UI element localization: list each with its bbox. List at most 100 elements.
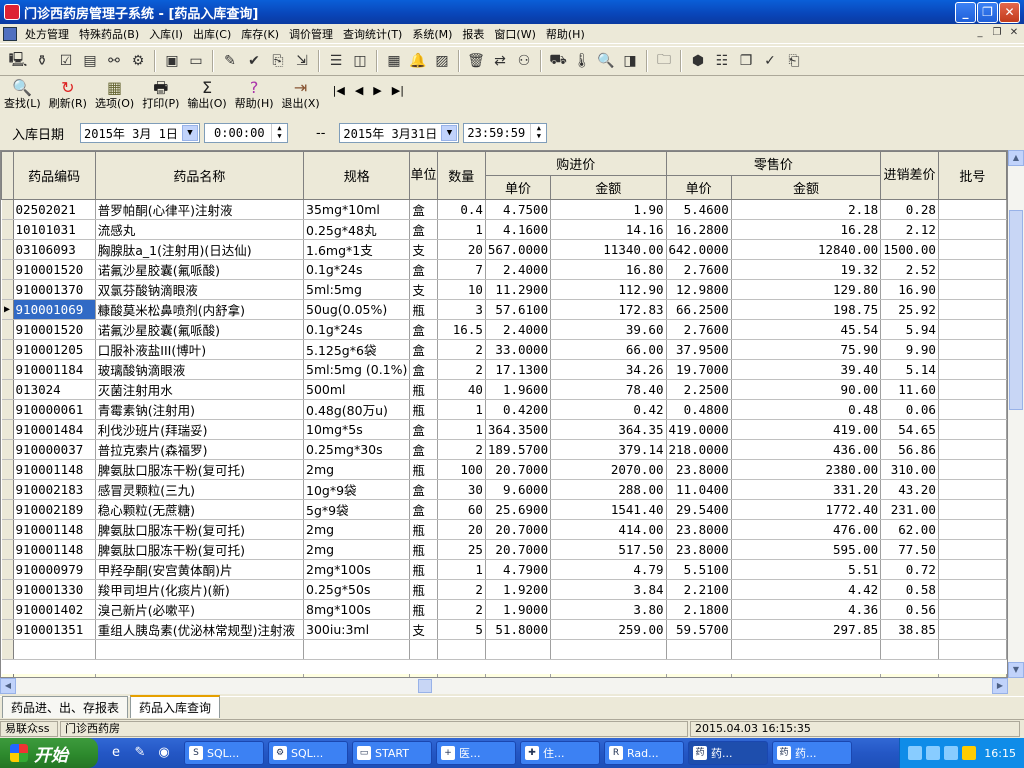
cell-diff[interactable]: 16.90	[880, 279, 939, 300]
table-row[interactable]: 910001351 重组人胰岛素(优泌林常规型)注射液 300iu:3ml 支 5 51.…	[1, 619, 1007, 640]
cell-qty[interactable]: 20	[437, 239, 486, 260]
table-row[interactable]: 910000037 普拉克索片(森福罗) 0.25mg*30s 盒 2 189.5700 3…	[1, 439, 1007, 460]
cell-retail-price[interactable]: 2.7600	[666, 259, 732, 280]
cell-retail-amount[interactable]: 595.00	[731, 539, 882, 560]
cell-code[interactable]: 910002189	[13, 499, 96, 520]
app-icon[interactable]	[4, 4, 20, 20]
horizontal-scrollbar[interactable]: ◀ ▶	[0, 678, 1008, 694]
table-row[interactable]: 910000979 甲羟孕酮(安宫黄体酮)片 2mg*100s 瓶 1 4.7900 4.7…	[1, 559, 1007, 580]
cell-purchase-price[interactable]: 2.4000	[485, 259, 552, 280]
col-header-retail-price[interactable]: 单价	[665, 175, 732, 200]
cell-purchase-amount[interactable]: 1541.40	[550, 499, 667, 520]
cell-purchase-amount[interactable]: 1.90	[550, 199, 667, 220]
menu-inventory[interactable]: 库存(K)	[236, 26, 284, 42]
cell-purchase-price[interactable]: 17.1300	[485, 359, 552, 380]
cell-batch[interactable]	[938, 539, 1007, 560]
cell-qty[interactable]: 2	[437, 599, 486, 620]
cell-purchase-price[interactable]: 25.6900	[485, 499, 552, 520]
cell-code[interactable]: 910001520	[13, 259, 96, 280]
table-row[interactable]: 910001184 玻璃酸钠滴眼液 5ml:5mg (0.1%) 盒 2 17.1300 3…	[1, 359, 1007, 380]
cell-qty[interactable]: 2	[437, 339, 486, 360]
menu-help[interactable]: 帮助(H)	[541, 26, 590, 42]
cell-qty[interactable]: 1	[437, 559, 486, 580]
cell-retail-amount[interactable]: 198.75	[731, 299, 882, 320]
cell-spec[interactable]: 2mg	[303, 459, 411, 480]
cell-batch[interactable]	[938, 399, 1007, 420]
cell-purchase-amount[interactable]: 259.00	[550, 619, 667, 640]
cell-retail-price[interactable]: 29.5400	[666, 499, 732, 520]
cell-batch[interactable]	[938, 299, 1007, 320]
cell-qty[interactable]: 5	[437, 619, 486, 640]
window-icon[interactable]: ◫	[349, 50, 371, 72]
cell-purchase-price[interactable]: 567.0000	[485, 239, 552, 260]
cell-unit[interactable]: 瓶	[409, 299, 438, 320]
row-indicator[interactable]	[1, 439, 14, 460]
trash-icon[interactable]: 🗑	[465, 50, 487, 72]
export-icon[interactable]: ⇲	[291, 50, 313, 72]
cell-purchase-price[interactable]: 20.7000	[485, 539, 552, 560]
cell-name[interactable]: 甲羟孕酮(安宫黄体酮)片	[95, 559, 305, 580]
current-row-pointer-icon[interactable]: ▶	[1, 299, 14, 320]
cell-qty[interactable]: 2	[437, 579, 486, 600]
transfer-icon[interactable]: ⇄	[489, 50, 511, 72]
prev-record-button[interactable]: ◀	[355, 84, 363, 97]
cell-code[interactable]: 910001205	[13, 339, 96, 360]
cell-code[interactable]: 910001148	[13, 519, 96, 540]
cell-spec[interactable]: 300iu:3ml	[303, 619, 411, 640]
cell-retail-price[interactable]: 23.8000	[666, 519, 732, 540]
cell-qty[interactable]: 0.4	[437, 199, 486, 220]
cell-retail-amount[interactable]: 5.51	[731, 559, 882, 580]
cell-name[interactable]: 灭菌注射用水	[95, 379, 305, 400]
cell-spec[interactable]: 0.48g(80万u)	[303, 399, 411, 420]
cell-name[interactable]: 重组人胰岛素(优泌林常规型)注射液	[95, 619, 305, 640]
cell-name[interactable]: 脾氨肽口服冻干粉(复可托)	[95, 459, 305, 480]
row-indicator[interactable]	[1, 539, 14, 560]
cell-purchase-price[interactable]: 9.6000	[485, 479, 552, 500]
row-indicator[interactable]	[1, 199, 14, 220]
cell-name[interactable]: 普拉克索片(森福罗)	[95, 439, 305, 460]
cell-purchase-amount[interactable]: 66.00	[550, 339, 667, 360]
cell-code[interactable]: 910001520	[13, 319, 96, 340]
last-record-button[interactable]: ▶|	[392, 84, 404, 97]
cell-qty[interactable]: 60	[437, 499, 486, 520]
output-button[interactable]: Σ 输出(O)	[187, 78, 226, 110]
cell-purchase-amount[interactable]: 14.16	[550, 219, 667, 240]
cell-unit[interactable]: 盒	[409, 419, 438, 440]
menu-price-adjust[interactable]: 调价管理	[284, 26, 338, 42]
find-button[interactable]: 🔍 查找(L)	[4, 78, 41, 110]
table-row[interactable]: 013024 灭菌注射用水 500ml 瓶 40 1.9600 78.40 2.2500 90.…	[1, 379, 1007, 400]
title-bar[interactable]: 门诊西药房管理子系统 - [药品入库查询]	[0, 0, 1024, 24]
cell-batch[interactable]	[938, 379, 1007, 400]
taskbar-item-pharmacy1[interactable]: 药药...	[688, 741, 768, 765]
table-row-empty[interactable]	[1, 639, 1007, 660]
cell-retail-price[interactable]: 0.4800	[666, 399, 732, 420]
cell-qty[interactable]: 7	[437, 259, 486, 280]
cell-retail-price[interactable]: 23.8000	[666, 539, 732, 560]
cell-spec[interactable]: 5.125g*6袋	[303, 339, 411, 360]
cell-unit[interactable]: 盒	[409, 199, 438, 220]
cell-batch[interactable]	[938, 279, 1007, 300]
cell-retail-amount[interactable]: 419.00	[731, 419, 882, 440]
cell-name[interactable]: 青霉素钠(注射用)	[95, 399, 305, 420]
cell-retail-price[interactable]: 2.2500	[666, 379, 732, 400]
cell-retail-price[interactable]: 2.2100	[666, 579, 732, 600]
menu-system[interactable]: 系统(M)	[407, 26, 457, 42]
cell-purchase-amount[interactable]: 34.26	[550, 359, 667, 380]
cell-batch[interactable]	[938, 479, 1007, 500]
checkmark-icon[interactable]: ✔	[243, 50, 265, 72]
cell-purchase-price[interactable]: 1.9200	[485, 579, 552, 600]
cell-retail-amount[interactable]: 2.18	[731, 199, 882, 220]
cell-retail-amount[interactable]: 75.90	[731, 339, 882, 360]
cell-spec[interactable]: 2mg	[303, 519, 411, 540]
cell-retail-price[interactable]: 16.2800	[666, 219, 732, 240]
cell-purchase-amount[interactable]: 2070.00	[550, 459, 667, 480]
people-icon[interactable]: ⚇	[513, 50, 535, 72]
table-row[interactable]: 10101031 流感丸 0.25g*48丸盒 1 4.1600 14.16 16.2800…	[1, 219, 1007, 240]
cell-diff[interactable]: 0.28	[880, 199, 939, 220]
table-row[interactable]: 910001205 口服补液盐III(博叶) 5.125g*6袋盒 2 33.0000 6…	[1, 339, 1007, 360]
col-header-qty[interactable]: 数量	[436, 151, 486, 200]
cell-batch[interactable]	[938, 559, 1007, 580]
cell-diff[interactable]: 25.92	[880, 299, 939, 320]
cell-retail-amount[interactable]: 1772.40	[731, 499, 882, 520]
hexagon-icon[interactable]: ⬢	[687, 50, 709, 72]
